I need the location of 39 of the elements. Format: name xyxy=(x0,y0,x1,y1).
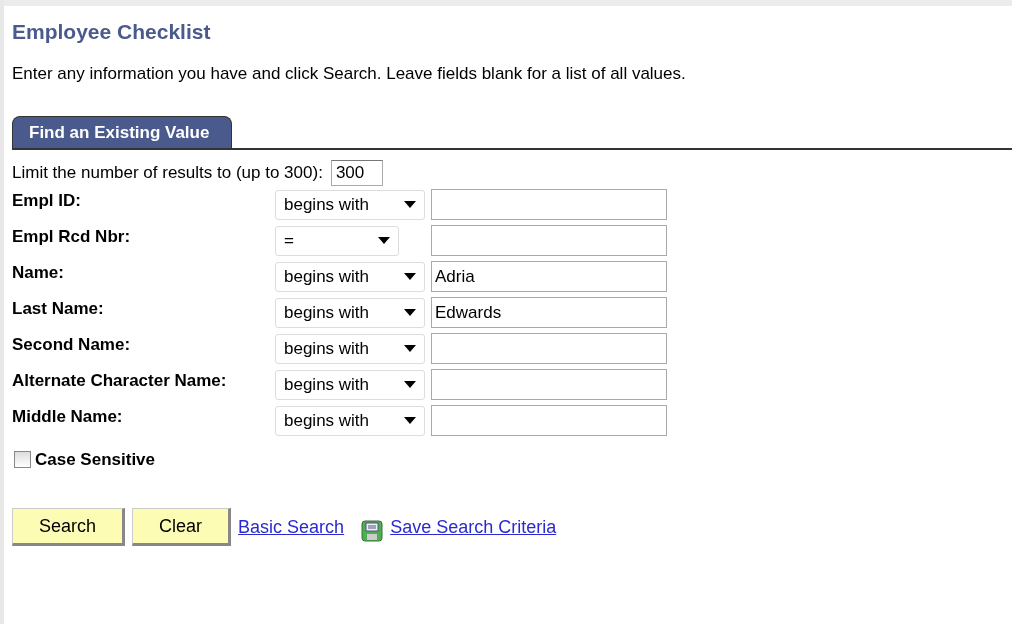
field-label: Last Name: xyxy=(12,298,105,319)
limit-field[interactable]: 300 xyxy=(330,160,383,186)
field-label: Alternate Character Name: xyxy=(12,370,228,391)
operator-dropdown[interactable]: begins with xyxy=(275,261,425,292)
field-label: Empl Rcd Nbr: xyxy=(12,226,132,247)
basic-search-link[interactable]: Basic Search xyxy=(238,516,345,538)
operator-dropdown[interactable]: begins with xyxy=(275,369,425,400)
field-label: Empl ID: xyxy=(12,190,82,211)
field-label: Middle Name: xyxy=(12,406,124,427)
operator-dropdown[interactable]: = xyxy=(275,225,399,256)
field-label: Second Name: xyxy=(12,334,132,355)
instructions: Enter any information you have and click Search. Leave fields blank for a list of all values. xyxy=(12,64,687,84)
input-field[interactable]: Adria xyxy=(431,261,667,292)
checkbox-label: Case Sensitive xyxy=(35,449,155,470)
input-field[interactable] xyxy=(431,225,667,256)
checkbox[interactable] xyxy=(14,450,31,468)
input-field[interactable] xyxy=(431,405,667,436)
caret-icon xyxy=(404,381,416,388)
input-field[interactable]: Edwards xyxy=(431,297,667,328)
operator-dropdown[interactable]: begins with xyxy=(275,405,425,436)
operator-dropdown[interactable]: begins with xyxy=(275,189,425,220)
caret-icon xyxy=(404,309,416,316)
save-search-criteria-link[interactable]: Save Search Criteria xyxy=(390,516,557,538)
operator-dropdown[interactable]: begins with xyxy=(275,333,425,364)
input-field[interactable] xyxy=(431,369,667,400)
caret-icon xyxy=(378,237,390,244)
caret-icon xyxy=(404,345,416,352)
clear-button[interactable]: Clear xyxy=(132,508,232,546)
page-title: Employee Checklist xyxy=(12,20,212,44)
caret-icon xyxy=(404,417,416,424)
search-button[interactable]: Search xyxy=(12,508,126,546)
input-field[interactable] xyxy=(431,333,667,364)
caret-icon xyxy=(404,273,416,280)
caret-icon xyxy=(404,201,416,208)
input-field[interactable] xyxy=(431,189,667,220)
tab[interactable]: Find an Existing Value xyxy=(12,116,233,148)
field-label: Name: xyxy=(12,262,65,283)
limit-label: Limit the number of results to (up to 300): xyxy=(12,163,323,183)
operator-dropdown[interactable]: begins with xyxy=(275,297,425,328)
